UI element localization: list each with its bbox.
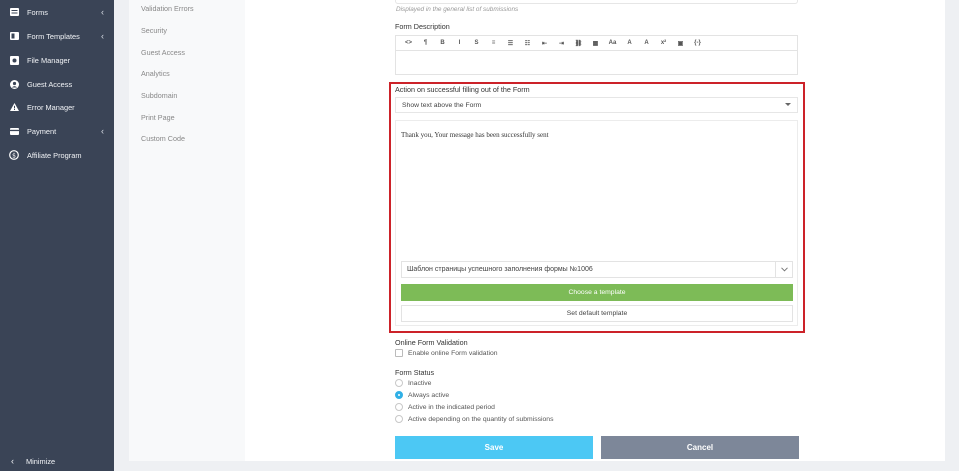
form-description-label: Form Description (395, 22, 450, 31)
success-action-label: Action on successful filling out of the … (395, 85, 530, 94)
toolbar-button-14[interactable]: A (638, 37, 655, 50)
enable-validation-checkbox[interactable]: Enable online Form validation (395, 349, 498, 357)
toolbar-button-1[interactable]: ¶ (417, 37, 434, 50)
set-default-template-button[interactable]: Set default template (401, 305, 793, 322)
chevron-left-icon: ‹ (101, 7, 104, 17)
checkbox-label: Enable online Form validation (408, 349, 498, 357)
cancel-button[interactable]: Cancel (601, 436, 799, 459)
tab-guest-access[interactable]: Guest Access (141, 48, 185, 57)
sidebar-item-payment[interactable]: Payment ‹ (0, 120, 114, 142)
file-manager-icon (9, 55, 19, 65)
radio-button[interactable] (395, 415, 403, 423)
toolbar-button-8[interactable]: ⇤ (536, 37, 553, 50)
tab-custom-code[interactable]: Custom Code (141, 134, 185, 143)
field-hint: Displayed in the general list of submiss… (396, 6, 519, 13)
success-action-value: Show text above the Form (402, 101, 482, 109)
save-button[interactable]: Save (395, 436, 593, 459)
checkbox[interactable] (395, 349, 403, 357)
radio-button[interactable] (395, 379, 403, 387)
sidebar-item-guest-access[interactable]: Guest Access (0, 73, 114, 95)
status-option-always-active[interactable]: Always active (395, 391, 449, 399)
caret-down-icon (785, 103, 791, 106)
minimize-label: Minimize (26, 456, 56, 466)
templates-icon (9, 31, 19, 41)
sidebar-item-forms[interactable]: Forms ‹ (0, 1, 114, 23)
toolbar-button-12[interactable]: Aa (604, 37, 621, 50)
sidebar-item-label: Payment (27, 126, 57, 136)
toolbar-button-4[interactable]: S (468, 37, 485, 50)
status-option-inactive[interactable]: Inactive (395, 379, 431, 387)
previous-input-field[interactable] (395, 0, 798, 4)
toolbar-button-7[interactable]: ☷ (519, 37, 536, 50)
warning-icon (9, 102, 19, 112)
toolbar-button-2[interactable]: B (434, 37, 451, 50)
sidebar-item-label: Error Manager (27, 102, 75, 112)
editor-toolbar: <> ¶ B I S ≡ ☰ ☷ ⇤ ⇥ ⛓ ▦ Aa A Ax² ▣ {-} (396, 36, 797, 51)
forms-icon (9, 7, 19, 17)
user-icon (9, 79, 19, 89)
sidebar: Forms ‹ Form Templates ‹ File Manager Gu… (0, 0, 114, 471)
toolbar-button-16[interactable]: ▣ (672, 37, 689, 50)
dollar-icon: $ (9, 150, 19, 160)
status-option-period[interactable]: Active in the indicated period (395, 403, 495, 411)
sidebar-item-label: File Manager (27, 55, 71, 65)
chevron-left-icon: ‹ (101, 31, 104, 41)
chevron-left-icon: ‹ (101, 126, 104, 136)
sidebar-item-error-manager[interactable]: Error Manager (0, 96, 114, 118)
tab-validation-errors[interactable]: Validation Errors (141, 4, 194, 13)
toolbar-button-6[interactable]: ☰ (502, 37, 519, 50)
toolbar-button-10[interactable]: ⛓ (570, 37, 587, 50)
form-status-label: Form Status (395, 368, 435, 377)
svg-text:$: $ (12, 152, 16, 159)
radio-label: Active depending on the quantity of subm… (408, 415, 554, 423)
template-select-value: Шаблон страницы успешного заполнения фор… (407, 266, 593, 273)
toolbar-button-3[interactable]: I (451, 37, 468, 50)
sidebar-item-label: Affiliate Program (27, 150, 82, 160)
toolbar-button-0[interactable]: <> (400, 37, 417, 50)
toolbar-button-5[interactable]: ≡ (485, 37, 502, 50)
sidebar-item-form-templates[interactable]: Form Templates ‹ (0, 25, 114, 47)
sidebar-item-affiliate-program[interactable]: $ Affiliate Program (0, 144, 114, 166)
toolbar-button-11[interactable]: ▦ (587, 37, 604, 50)
sidebar-item-label: Guest Access (27, 79, 73, 89)
sidebar-item-file-manager[interactable]: File Manager (0, 49, 114, 71)
credit-card-icon (9, 126, 19, 136)
tab-subdomain[interactable]: Subdomain (141, 91, 177, 100)
chevron-down-icon (775, 262, 792, 277)
online-validation-label: Online Form Validation (395, 338, 468, 347)
tab-analytics[interactable]: Analytics (141, 69, 170, 78)
success-action-select[interactable]: Show text above the Form (395, 97, 798, 113)
form-description-editor[interactable]: <> ¶ B I S ≡ ☰ ☷ ⇤ ⇥ ⛓ ▦ Aa A Ax² ▣ {-} (395, 35, 798, 75)
chevron-left-icon: ‹ (11, 456, 14, 466)
sidebar-item-label: Form Templates (27, 31, 80, 41)
success-message-text: Thank you, Your message has been success… (401, 131, 549, 139)
radio-label: Always active (408, 391, 450, 399)
minimize-button[interactable]: ‹ Minimize (0, 451, 114, 471)
toolbar-button-17[interactable]: {-} (689, 37, 706, 50)
template-select[interactable]: Шаблон страницы успешного заполнения фор… (401, 261, 793, 278)
tab-print-page[interactable]: Print Page (141, 113, 175, 122)
radio-label: Active in the indicated period (408, 403, 495, 411)
toolbar-button-15[interactable]: x² (655, 37, 672, 50)
tab-security[interactable]: Security (141, 26, 167, 35)
choose-template-button[interactable]: Choose a template (401, 284, 793, 301)
sidebar-item-label: Forms (27, 7, 48, 17)
radio-button[interactable] (395, 391, 403, 399)
toolbar-button-13[interactable]: A (621, 37, 638, 50)
toolbar-button-9[interactable]: ⇥ (553, 37, 570, 50)
status-option-quantity[interactable]: Active depending on the quantity of subm… (395, 415, 553, 423)
radio-button[interactable] (395, 403, 403, 411)
radio-label: Inactive (408, 379, 432, 387)
